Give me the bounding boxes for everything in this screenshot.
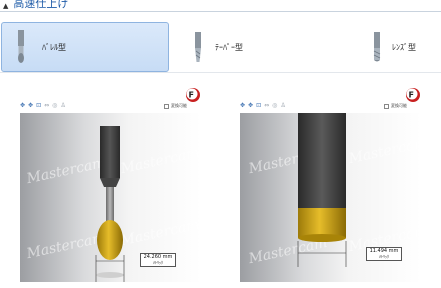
collapse-triangle-icon[interactable]: ▲: [3, 2, 8, 10]
barrel-type-label: ﾊﾞﾚﾙ型: [42, 42, 66, 52]
tool-viewport[interactable]: Mastercam Mastercam Mastercam Mastercam …: [20, 113, 201, 282]
barrel-type-button[interactable]: ﾊﾞﾚﾙ型: [1, 22, 169, 72]
convertible-checkbox[interactable]: 変換可能: [164, 103, 187, 109]
taper-type-button[interactable]: ﾃｰﾊﾟｰ型: [189, 22, 339, 72]
dimension-unit: ﾒﾄﾘｯｸ: [379, 254, 389, 259]
tool-preview-panel: F ✥ ✥ ⊡ ⇔ ◎ ♙ 変換可能 Mastercam Mastercam M…: [20, 87, 201, 282]
zoom-icon[interactable]: ◎: [52, 103, 57, 109]
lens-type-label: ﾚﾝｽﾞ型: [392, 42, 416, 52]
dimension-label: 11.494 mm ﾒﾄﾘｯｸ: [366, 247, 402, 261]
tool-preview-panel: F ✥ ✥ ⊡ ⇔ ◎ ♙ 変換可能 Mastercam Mastercam M…: [240, 87, 421, 282]
row-divider: [0, 72, 441, 73]
section-title: 高速仕上げ: [13, 0, 69, 10]
pan-icon[interactable]: ⇔: [264, 103, 269, 109]
convertible-checkbox[interactable]: 変換可能: [384, 103, 407, 109]
person-icon[interactable]: ♙: [280, 103, 285, 109]
tool-type-selector: ﾊﾞﾚﾙ型 ﾃｰﾊﾟｰ型 ﾚﾝｽﾞ型: [0, 22, 441, 72]
checkbox-label: 変換可能: [391, 103, 407, 108]
checkbox-box[interactable]: [384, 103, 389, 109]
dimension-label: 24.260 mm ﾒﾄﾘｯｸ: [140, 253, 176, 267]
tool-viewport[interactable]: Mastercam Mastercam Mastercam Mastercam …: [240, 113, 421, 282]
svg-text:F: F: [189, 91, 194, 100]
person-icon[interactable]: ♙: [60, 103, 65, 109]
fit-icon[interactable]: ✥: [28, 103, 33, 109]
checkbox-box[interactable]: [164, 103, 169, 109]
view-icon[interactable]: ⊡: [36, 103, 41, 109]
rotate-icon[interactable]: ✥: [240, 103, 245, 109]
taper-endmill-icon: [195, 32, 201, 62]
zoom-icon[interactable]: ◎: [272, 103, 277, 109]
pan-icon[interactable]: ⇔: [44, 103, 49, 109]
rotate-icon[interactable]: ✥: [20, 103, 25, 109]
lens-type-button[interactable]: ﾚﾝｽﾞ型: [368, 22, 441, 72]
dimension-unit: ﾒﾄﾘｯｸ: [153, 260, 163, 265]
preview-toolbar: ✥ ✥ ⊡ ⇔ ◎ ♙ 変換可能: [20, 101, 201, 111]
section-divider: [0, 11, 441, 12]
lens-endmill-icon: [373, 32, 381, 62]
barrel-endmill-icon: [18, 30, 24, 63]
fit-icon[interactable]: ✥: [248, 103, 253, 109]
checkbox-label: 変換可能: [171, 103, 187, 108]
view-icon[interactable]: ⊡: [256, 103, 261, 109]
preview-toolbar: ✥ ✥ ⊡ ⇔ ◎ ♙ 変換可能: [240, 101, 421, 111]
svg-text:F: F: [409, 91, 414, 100]
taper-type-label: ﾃｰﾊﾟｰ型: [215, 42, 243, 52]
